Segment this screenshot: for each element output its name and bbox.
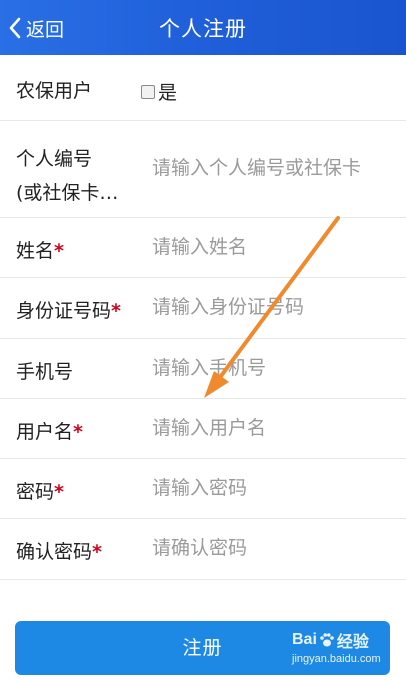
confirm-password-label: 确认密码* xyxy=(16,537,102,564)
username-label-text: 用户名 xyxy=(16,421,74,443)
phone-input[interactable] xyxy=(152,357,406,379)
required-mark: * xyxy=(54,481,64,503)
row-name: 姓名* xyxy=(0,218,406,278)
password-input[interactable] xyxy=(152,477,406,499)
id-card-input[interactable] xyxy=(152,296,406,318)
farmer-insurance-checkbox[interactable] xyxy=(141,84,155,99)
row-confirm-password: 确认密码* xyxy=(0,519,406,580)
id-card-label: 身份证号码* xyxy=(16,296,121,323)
required-mark: * xyxy=(92,541,102,563)
watermark-brand-right: 经验 xyxy=(336,634,369,651)
personal-id-label-line2: (或社保卡… xyxy=(16,182,119,204)
farmer-insurance-checkbox-label: 是 xyxy=(158,82,178,104)
row-personal-id: 个人编号 (或社保卡… xyxy=(0,121,406,218)
required-mark: * xyxy=(73,421,83,443)
personal-id-input[interactable] xyxy=(152,157,406,179)
farmer-insurance-option[interactable]: 是 xyxy=(141,78,177,105)
registration-form: 农保用户 是 个人编号 (或社保卡… 姓名* 身份证号码* 手机号 用户名* 密… xyxy=(0,55,406,580)
row-password: 密码* xyxy=(0,459,406,519)
confirm-password-label-text: 确认密码 xyxy=(16,541,93,563)
username-label: 用户名* xyxy=(16,417,83,444)
password-label: 密码* xyxy=(16,477,64,504)
required-mark: * xyxy=(54,240,64,262)
row-phone: 手机号 xyxy=(0,339,406,399)
name-label: 姓名* xyxy=(16,236,64,263)
page-title: 个人注册 xyxy=(159,17,247,41)
id-card-label-text: 身份证号码 xyxy=(16,300,112,322)
watermark-url: jingyan.baidu.com xyxy=(292,653,381,665)
row-username: 用户名* xyxy=(0,399,406,459)
name-input[interactable] xyxy=(152,236,406,258)
personal-id-label: 个人编号 (或社保卡… xyxy=(16,142,118,210)
row-farmer-insurance: 农保用户 是 xyxy=(0,55,406,121)
username-input[interactable] xyxy=(152,417,406,439)
required-mark: * xyxy=(111,300,121,322)
farmer-insurance-label: 农保用户 xyxy=(16,80,93,102)
confirm-password-input[interactable] xyxy=(152,537,406,559)
phone-label: 手机号 xyxy=(16,361,74,383)
password-label-text: 密码 xyxy=(16,481,55,503)
watermark-brand-left: Bai xyxy=(292,631,317,648)
row-id-card: 身份证号码* xyxy=(0,278,406,339)
header-bar: 返回 个人注册 xyxy=(0,0,406,55)
baidu-jingyan-watermark: Bai 经验 jingyan.baidu.com xyxy=(292,628,381,665)
baidu-paw-icon xyxy=(320,633,334,647)
personal-id-label-line1: 个人编号 xyxy=(16,148,93,170)
name-label-text: 姓名 xyxy=(16,240,55,262)
